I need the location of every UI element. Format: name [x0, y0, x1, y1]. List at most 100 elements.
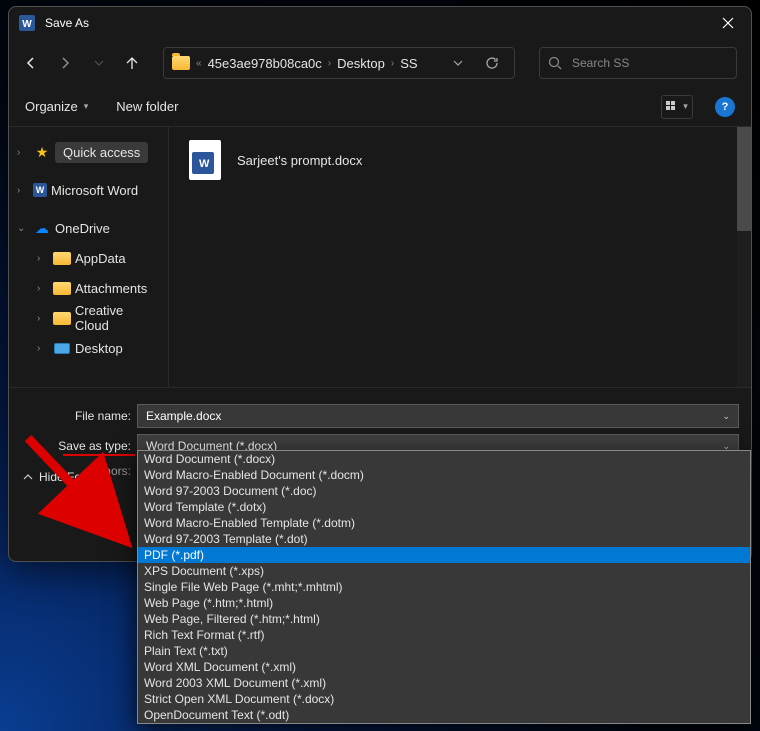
- chevron-right-icon: ›: [37, 313, 49, 324]
- chevron-right-icon: ›: [17, 147, 29, 158]
- view-options-button[interactable]: ▾: [661, 95, 693, 119]
- star-icon: ★: [33, 143, 51, 161]
- nav-back-button[interactable]: [23, 55, 39, 71]
- type-option[interactable]: Word 97-2003 Document (*.doc): [138, 483, 750, 499]
- save-as-dialog: W Save As « 45e3ae978b08ca0c › Desktop ›: [8, 6, 752, 562]
- nav-up-button[interactable]: [125, 56, 139, 70]
- crumb-2[interactable]: SS: [400, 56, 417, 71]
- nav-recent-button[interactable]: [91, 55, 107, 71]
- type-option[interactable]: Word Macro-Enabled Document (*.docm): [138, 467, 750, 483]
- search-field[interactable]: Search SS: [539, 47, 737, 79]
- file-name-input[interactable]: Example.docx ⌄: [137, 404, 739, 428]
- caret-down-icon: ▾: [84, 101, 89, 112]
- search-placeholder: Search SS: [572, 56, 629, 70]
- word-icon: W: [33, 183, 47, 197]
- chevron-down-icon: [94, 60, 104, 66]
- file-name-value: Example.docx: [146, 409, 221, 423]
- type-option[interactable]: Plain Text (*.txt): [138, 643, 750, 659]
- breadcrumb: 45e3ae978b08ca0c › Desktop › SS: [208, 56, 438, 71]
- refresh-button[interactable]: [478, 56, 506, 70]
- arrow-up-icon: [125, 56, 139, 70]
- organize-label: Organize: [25, 99, 78, 114]
- sidebar: › ★ Quick access › W Microsoft Word ⌄ ☁ …: [9, 127, 169, 387]
- sidebar-item-desktop[interactable]: › Desktop: [9, 333, 168, 363]
- folder-icon: [53, 252, 71, 265]
- address-dropdown-button[interactable]: [444, 60, 472, 66]
- caret-down-icon: ▾: [683, 101, 688, 112]
- type-option[interactable]: Word Template (*.dotx): [138, 499, 750, 515]
- caret-down-icon: ⌄: [722, 411, 730, 422]
- new-folder-button[interactable]: New folder: [116, 99, 178, 114]
- folder-icon: [53, 282, 71, 295]
- hide-folders-button[interactable]: Hide Folders: [23, 470, 107, 484]
- titlebar: W Save As: [9, 7, 751, 39]
- body: › ★ Quick access › W Microsoft Word ⌄ ☁ …: [9, 127, 751, 387]
- sidebar-item-attachments[interactable]: › Attachments: [9, 273, 168, 303]
- refresh-icon: [485, 56, 499, 70]
- type-option[interactable]: Web Page (*.htm;*.html): [138, 595, 750, 611]
- close-icon: [722, 17, 734, 29]
- sidebar-quick-access[interactable]: › ★ Quick access: [9, 137, 168, 167]
- sidebar-item-creative-cloud[interactable]: › Creative Cloud: [9, 303, 168, 333]
- type-option[interactable]: Word 2003 XML Document (*.xml): [138, 675, 750, 691]
- organize-button[interactable]: Organize ▾: [25, 99, 88, 114]
- close-button[interactable]: [705, 7, 751, 39]
- type-option[interactable]: XPS Document (*.xps): [138, 563, 750, 579]
- cloud-icon: ☁: [33, 219, 51, 237]
- file-name-label: Sarjeet's prompt.docx: [237, 153, 362, 168]
- crumb-0[interactable]: 45e3ae978b08ca0c: [208, 56, 322, 71]
- address-bar[interactable]: « 45e3ae978b08ca0c › Desktop › SS: [163, 47, 515, 79]
- sidebar-item-label: OneDrive: [55, 221, 110, 236]
- toolbar-right: ▾ ?: [661, 95, 735, 119]
- word-app-icon: W: [19, 15, 35, 31]
- arrow-right-icon: [58, 56, 72, 70]
- type-option[interactable]: Single File Web Page (*.mht;*.mhtml): [138, 579, 750, 595]
- chevron-right-icon: ›: [328, 58, 331, 69]
- type-option[interactable]: Web Page, Filtered (*.htm;*.html): [138, 611, 750, 627]
- scrollbar-thumb[interactable]: [737, 127, 751, 231]
- file-name-row: File name: Example.docx ⌄: [21, 404, 739, 428]
- chevron-right-icon: ›: [37, 343, 49, 354]
- scrollbar[interactable]: [737, 127, 751, 387]
- chevron-right-icon: ›: [391, 58, 394, 69]
- save-type-options-list: Word Document (*.docx)Word Macro-Enabled…: [137, 450, 751, 724]
- chevron-right-icon: ›: [37, 283, 49, 294]
- type-option[interactable]: Strict Open XML Document (*.docx): [138, 691, 750, 707]
- sidebar-item-label: AppData: [75, 251, 126, 266]
- save-type-label: Save as type:: [21, 439, 137, 453]
- type-option[interactable]: Word XML Document (*.xml): [138, 659, 750, 675]
- folder-icon: [172, 56, 190, 70]
- help-button[interactable]: ?: [715, 97, 735, 117]
- nav-forward-button[interactable]: [57, 55, 73, 71]
- chevron-right-icon: ›: [37, 253, 49, 264]
- file-item[interactable]: Sarjeet's prompt.docx: [189, 137, 731, 183]
- quick-access-label: Quick access: [55, 142, 148, 163]
- file-name-label: File name:: [21, 409, 137, 423]
- type-option[interactable]: PDF (*.pdf): [138, 547, 750, 563]
- sidebar-ms-word[interactable]: › W Microsoft Word: [9, 175, 168, 205]
- sidebar-item-label: Creative Cloud: [75, 303, 160, 333]
- type-option[interactable]: Word Macro-Enabled Template (*.dotm): [138, 515, 750, 531]
- nav-row: « 45e3ae978b08ca0c › Desktop › SS Search…: [9, 39, 751, 87]
- arrow-left-icon: [24, 56, 38, 70]
- type-option[interactable]: Rich Text Format (*.rtf): [138, 627, 750, 643]
- chevron-down-icon: [453, 60, 463, 66]
- file-list-area[interactable]: Sarjeet's prompt.docx: [169, 127, 751, 387]
- sidebar-item-label: Desktop: [75, 341, 123, 356]
- window-title: Save As: [45, 16, 705, 30]
- type-option[interactable]: Word 97-2003 Template (*.dot): [138, 531, 750, 547]
- chevron-up-icon: [23, 474, 33, 480]
- search-icon: [548, 56, 562, 70]
- sidebar-onedrive[interactable]: ⌄ ☁ OneDrive: [9, 213, 168, 243]
- svg-text:W: W: [22, 19, 32, 30]
- sidebar-item-label: Microsoft Word: [51, 183, 138, 198]
- sidebar-item-appdata[interactable]: › AppData: [9, 243, 168, 273]
- type-option[interactable]: Word Document (*.docx): [138, 451, 750, 467]
- folder-icon: [53, 312, 71, 325]
- chevron-right-icon: ›: [17, 185, 29, 196]
- sidebar-item-label: Attachments: [75, 281, 147, 296]
- chevron-icon: «: [196, 58, 202, 69]
- new-folder-label: New folder: [116, 99, 178, 114]
- crumb-1[interactable]: Desktop: [337, 56, 385, 71]
- type-option[interactable]: OpenDocument Text (*.odt): [138, 707, 750, 723]
